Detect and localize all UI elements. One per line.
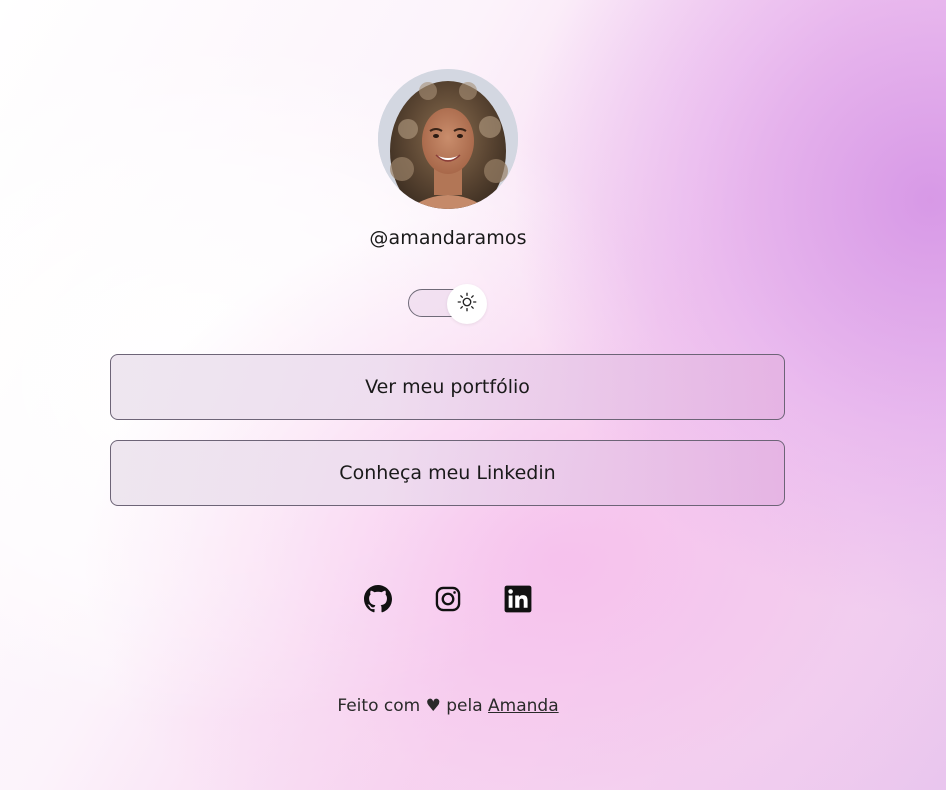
profile-avatar — [378, 69, 518, 209]
avatar-photo — [378, 69, 518, 209]
instagram-link[interactable] — [433, 586, 463, 616]
portfolio-button-label: Ver meu portfólio — [365, 376, 530, 398]
linkedin-button-label: Conheça meu Linkedin — [339, 462, 556, 484]
footer-text: Feito com ♥ pela — [337, 696, 483, 716]
footer: Feito com ♥ pela Amanda — [0, 696, 896, 716]
page: @amandaramos Ver meu portfólio Conheça m… — [0, 0, 946, 790]
theme-toggle-knob[interactable] — [447, 284, 487, 324]
profile-handle: @amandaramos — [369, 227, 527, 249]
footer-author-link[interactable]: Amanda — [488, 696, 559, 716]
portfolio-button[interactable]: Ver meu portfólio — [110, 354, 785, 420]
github-icon — [364, 585, 392, 617]
linkedin-button[interactable]: Conheça meu Linkedin — [110, 440, 785, 506]
sun-icon — [457, 292, 477, 316]
instagram-icon — [434, 585, 462, 617]
linkedin-icon — [504, 585, 532, 617]
linkedin-link[interactable] — [503, 585, 533, 617]
github-link[interactable] — [363, 585, 393, 617]
